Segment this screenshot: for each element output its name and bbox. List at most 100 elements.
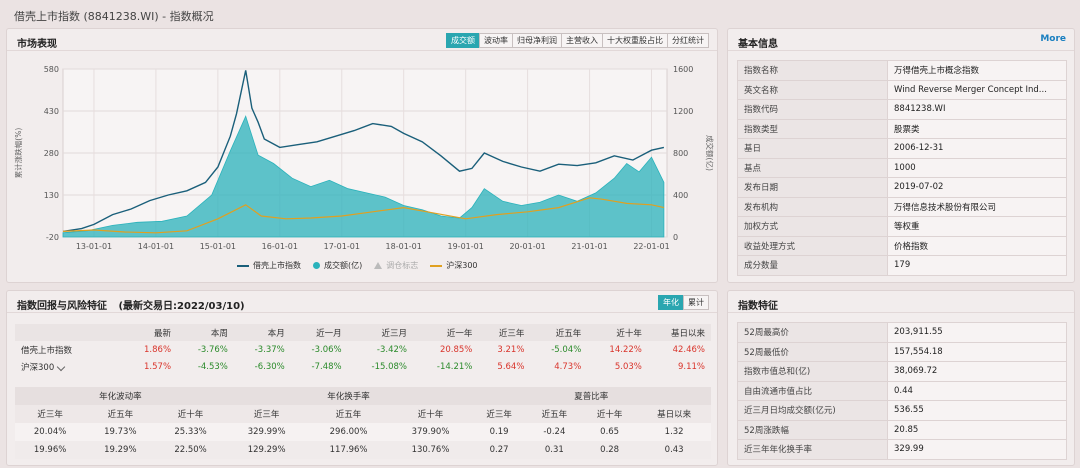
stat-cell: 117.96% bbox=[307, 441, 390, 459]
stat-cell: 20.04% bbox=[15, 423, 86, 441]
legend-line-icon bbox=[430, 264, 443, 267]
more-link[interactable]: More bbox=[1040, 34, 1066, 44]
info-row: 发布日期 2019-07-02 bbox=[737, 177, 1067, 198]
tab-net-profit[interactable]: 归母净利润 bbox=[512, 33, 562, 48]
info-value: 等权重 bbox=[887, 216, 1067, 237]
returns-cell: -4.53% bbox=[197, 361, 228, 372]
tab-volatility[interactable]: 波动率 bbox=[479, 33, 513, 48]
tab-dividend[interactable]: 分红统计 bbox=[667, 33, 709, 48]
edit-pencil-icon[interactable] bbox=[56, 362, 66, 371]
info-key: 基日 bbox=[737, 138, 888, 159]
stat-cell: 329.99% bbox=[225, 423, 308, 441]
stat-column-header: 近三年 bbox=[225, 405, 308, 423]
info-key: 52周最高价 bbox=[737, 322, 888, 343]
index-features-table: 52周最高价 203,911.55 52周最低价 157,554.18 指数市值总和(亿… bbox=[737, 322, 1067, 460]
x-tick-label: 22-01-01 bbox=[633, 242, 669, 251]
info-row: 自由流通市值占比 0.44 bbox=[737, 380, 1067, 401]
returns-column-header: 近三年 bbox=[478, 324, 531, 341]
returns-column-header: 近五年 bbox=[530, 324, 588, 341]
info-row: 近三年年化换手率 329.99 bbox=[737, 439, 1067, 460]
market-heading: 市场表现 bbox=[17, 39, 57, 50]
returns-cell: -3.76% bbox=[197, 344, 228, 355]
info-value: 157,554.18 bbox=[887, 341, 1067, 362]
legend-item-csi300[interactable]: 沪深300 bbox=[430, 260, 478, 271]
info-row: 基点 1000 bbox=[737, 157, 1067, 178]
stat-column-header: 近十年 bbox=[389, 405, 472, 423]
info-value: 8841238.WI bbox=[887, 99, 1067, 120]
info-row: 收益处理方式 价格指数 bbox=[737, 235, 1067, 256]
returns-column-header: 近三月 bbox=[347, 324, 413, 341]
info-key: 自由流通市值占比 bbox=[737, 380, 888, 401]
info-row: 英文名称 Wind Reverse Merger Concept Ind... bbox=[737, 79, 1067, 100]
info-value: 2006-12-31 bbox=[887, 138, 1067, 159]
toggle-annualized[interactable]: 年化 bbox=[658, 295, 684, 310]
legend-label: 调仓标志 bbox=[386, 261, 419, 270]
y-tick-label: -20 bbox=[46, 233, 59, 242]
y-axis-label: 累计涨跌幅(%) bbox=[13, 128, 23, 179]
stat-cell: 379.90% bbox=[389, 423, 472, 441]
info-key: 52周最低价 bbox=[737, 341, 888, 362]
stat-cell: 0.27 bbox=[471, 441, 527, 459]
info-key: 基点 bbox=[737, 157, 888, 178]
stat-cell: 129.29% bbox=[225, 441, 308, 459]
tab-revenue[interactable]: 主营收入 bbox=[561, 33, 603, 48]
stat-column-header: 近五年 bbox=[307, 405, 390, 423]
legend-item-turnover[interactable]: 成交额(亿) bbox=[313, 260, 362, 271]
y-tick-label: 580 bbox=[44, 65, 59, 74]
returns-cell: -14.21% bbox=[436, 361, 473, 372]
legend-label: 成交额(亿) bbox=[324, 261, 363, 270]
latest-trade-date: (最新交易日:2022/03/10) bbox=[118, 301, 245, 312]
stat-cell: 0.19 bbox=[471, 423, 527, 441]
market-tabs: 成交额 波动率 归母净利润 主营收入 十大权重股占比 分红统计 bbox=[446, 33, 709, 48]
x-tick-label: 17-01-01 bbox=[324, 242, 360, 251]
legend-dot-icon bbox=[313, 262, 320, 269]
returns-cell: 42.46% bbox=[672, 344, 705, 355]
legend-item-rebalance[interactable]: 调仓标志 bbox=[374, 260, 418, 271]
info-row: 加权方式 等权重 bbox=[737, 216, 1067, 237]
stat-cell: 19.29% bbox=[85, 441, 156, 459]
info-key: 近三年年化换手率 bbox=[737, 439, 888, 460]
info-value: 0.44 bbox=[887, 380, 1067, 401]
info-key: 发布日期 bbox=[737, 177, 888, 198]
tab-turnover[interactable]: 成交额 bbox=[446, 33, 480, 48]
info-row: 基日 2006-12-31 bbox=[737, 138, 1067, 159]
x-tick-label: 21-01-01 bbox=[571, 242, 607, 251]
row-label: 沪深300 bbox=[21, 362, 55, 373]
info-value: 2019-07-02 bbox=[887, 177, 1067, 198]
y2-axis-label: 成交额(亿) bbox=[705, 135, 715, 171]
returns-column-header: 最新 bbox=[125, 324, 178, 341]
tab-top10-weight[interactable]: 十大权重股占比 bbox=[602, 33, 668, 48]
info-row: 指数代码 8841238.WI bbox=[737, 99, 1067, 120]
returns-cell: -3.37% bbox=[254, 344, 285, 355]
returns-cell: 9.11% bbox=[677, 361, 705, 372]
info-row: 发布机构 万得信息技术股份有限公司 bbox=[737, 196, 1067, 217]
stat-cell: 0.43 bbox=[637, 441, 711, 459]
stat-cell: 296.00% bbox=[307, 423, 390, 441]
stat-column-header: 近五年 bbox=[526, 405, 582, 423]
info-row: 52周涨跌幅 20.85 bbox=[737, 419, 1067, 440]
info-row: 成分数量 179 bbox=[737, 255, 1067, 276]
returns-row-name: 借壳上市指数 bbox=[15, 341, 125, 358]
x-tick-label: 15-01-01 bbox=[200, 242, 236, 251]
info-row: 52周最低价 157,554.18 bbox=[737, 341, 1067, 362]
stat-column-header: 基日以来 bbox=[637, 405, 711, 423]
info-value: Wind Reverse Merger Concept Ind... bbox=[887, 79, 1067, 100]
info-value: 20.85 bbox=[887, 419, 1067, 440]
info-value: 1000 bbox=[887, 157, 1067, 178]
stat-row: 19.96% 19.29% 22.50% 129.29% 117.96% 130.76% 0… bbox=[15, 441, 711, 459]
stat-row: 20.04% 19.73% 25.33% 329.99% 296.00% 379.90% 0… bbox=[15, 423, 711, 441]
returns-cell: 1.57% bbox=[144, 361, 172, 372]
stat-group-header: 年化波动率 bbox=[15, 387, 226, 405]
legend-item-index[interactable]: 借壳上市指数 bbox=[237, 260, 301, 271]
info-value: 536.55 bbox=[887, 400, 1067, 421]
market-performance-panel: 市场表现 成交额 波动率 归母净利润 主营收入 十大权重股占比 分红统计 -20… bbox=[6, 28, 718, 283]
info-key: 指数名称 bbox=[737, 60, 888, 81]
returns-risk-panel: 指数回报与风险特征 (最新交易日:2022/03/10) 年化 累计 最新 本周本… bbox=[6, 290, 718, 466]
window-title: 借壳上市指数 (8841238.WI) - 指数概况 bbox=[14, 10, 214, 23]
returns-column-header: 近十年 bbox=[587, 324, 648, 341]
stat-column-header: 近十年 bbox=[155, 405, 226, 423]
info-key: 收益处理方式 bbox=[737, 235, 888, 256]
legend-line-icon bbox=[237, 264, 249, 267]
toggle-cumulative[interactable]: 累计 bbox=[683, 295, 709, 310]
info-row: 指数市值总和(亿) 38,069.72 bbox=[737, 361, 1067, 382]
